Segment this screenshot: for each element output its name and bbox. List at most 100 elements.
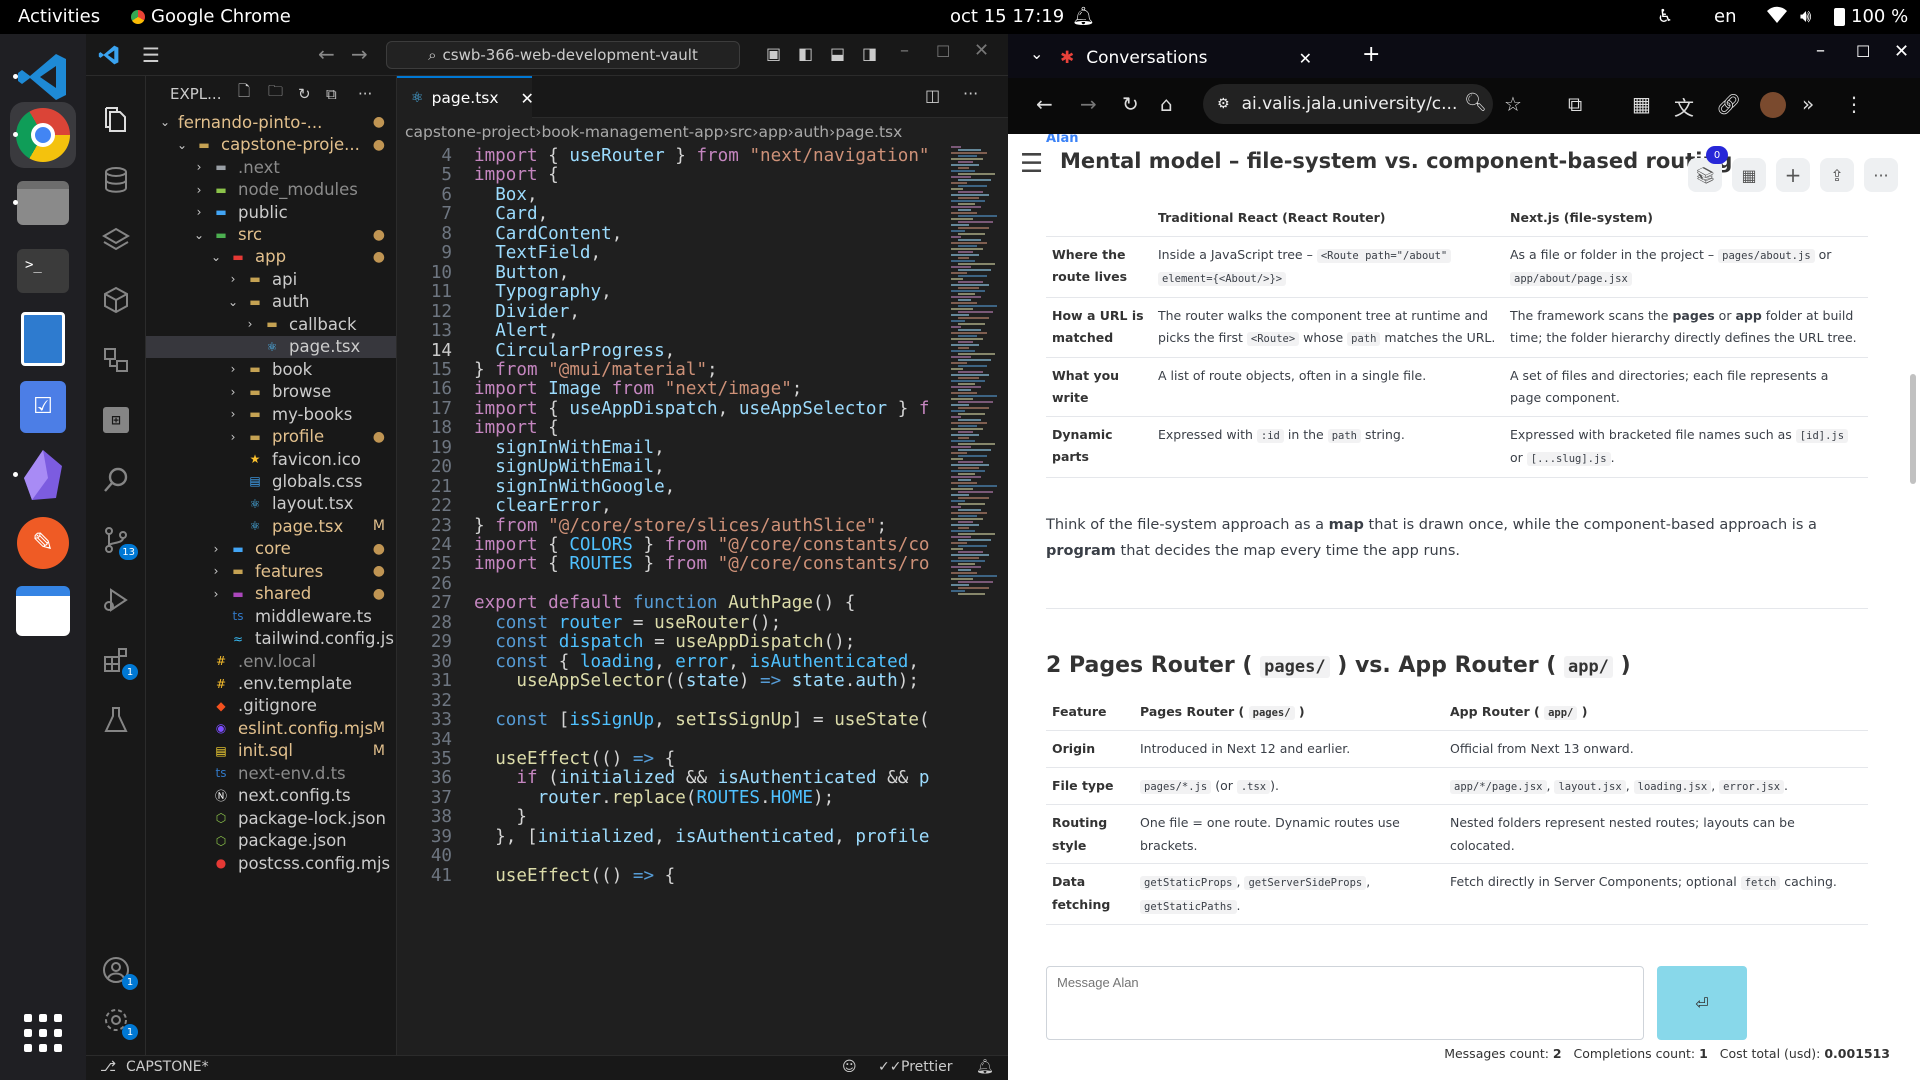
- breadcrumb-item[interactable]: book-management-app: [541, 123, 723, 141]
- copilot-icon[interactable]: ☺︎: [842, 1059, 857, 1075]
- tree-item[interactable]: ★ favicon.ico: [146, 448, 396, 471]
- battery-indicator[interactable]: 100 %: [1834, 6, 1908, 27]
- focused-app-menu[interactable]: Google Chrome: [131, 6, 291, 27]
- extensions-puzzle-icon[interactable]: ⧉: [1568, 92, 1582, 116]
- tree-item[interactable]: ⚛ page.tsx: [146, 335, 396, 358]
- testing-flask-icon[interactable]: [98, 702, 134, 738]
- site-info-icon[interactable]: ⚙︎: [1217, 96, 1230, 112]
- window-close-icon[interactable]: ✕: [1894, 41, 1909, 62]
- tree-item[interactable]: ⬡ package-lock.json: [146, 807, 396, 830]
- branch-icon[interactable]: ⎇: [100, 1059, 116, 1075]
- table-view-button[interactable]: ▦: [1732, 158, 1766, 192]
- window-maximize-icon[interactable]: ☐: [1856, 42, 1870, 61]
- code-line[interactable]: 41 useEffect(() => {: [397, 866, 937, 890]
- bookmark-star-icon[interactable]: ☆: [1504, 92, 1522, 116]
- extensions-grid-icon[interactable]: ⊞: [98, 402, 134, 438]
- dock-writer[interactable]: [10, 306, 76, 372]
- new-chat-button[interactable]: +: [1776, 158, 1810, 192]
- split-editor-icon[interactable]: ◫: [925, 86, 940, 105]
- table-extension-icon[interactable]: ▦: [1632, 92, 1651, 116]
- extensions-icon[interactable]: 1: [98, 642, 138, 680]
- remote-explorer-icon[interactable]: [98, 342, 134, 378]
- tree-item[interactable]: › ▬ shared ●: [146, 582, 396, 605]
- tab-search-chevron-icon[interactable]: ⌄: [1030, 44, 1043, 63]
- toggle-panel-icon[interactable]: ⬓: [830, 44, 845, 63]
- new-tab-icon[interactable]: +: [1362, 42, 1380, 67]
- code-view[interactable]: 4 import { useRouter } from "next/navigat…: [397, 146, 937, 1055]
- tree-item[interactable]: › ▬ api: [146, 268, 396, 291]
- clock[interactable]: oct 15 17:19: [950, 6, 1064, 27]
- notifications-bell-icon[interactable]: 🔔︎: [976, 1059, 994, 1075]
- more-actions-icon[interactable]: ···: [358, 85, 372, 103]
- share-button[interactable]: ⇪: [1820, 158, 1854, 192]
- tab-close-icon[interactable]: ✕: [1299, 49, 1312, 68]
- translate-icon[interactable]: 文: [1674, 92, 1694, 121]
- message-input[interactable]: [1046, 966, 1644, 1040]
- more-extensions-icon[interactable]: »: [1802, 92, 1814, 116]
- tree-item[interactable]: Ⓝnext.config.ts: [146, 785, 396, 808]
- tree-item[interactable]: › ▬ browse: [146, 380, 396, 403]
- window-minimize-icon[interactable]: –: [1816, 40, 1825, 61]
- volume-icon[interactable]: 🔊︎: [1800, 6, 1811, 27]
- tree-item[interactable]: › ▬ features ●: [146, 560, 396, 583]
- search-icon[interactable]: [98, 462, 134, 498]
- reload-icon[interactable]: ↻: [1122, 92, 1139, 116]
- sidebar-menu-icon[interactable]: ☰: [1020, 149, 1043, 179]
- tree-item[interactable]: ● postcss.config.mjs: [146, 852, 396, 875]
- branch-name[interactable]: CAPSTONE*: [126, 1059, 209, 1075]
- tree-item[interactable]: › ▬ .next: [146, 156, 396, 179]
- breadcrumb-item[interactable]: page.tsx: [835, 123, 902, 141]
- zoom-icon[interactable]: 🔍︎: [1464, 92, 1487, 113]
- dock-chrome[interactable]: [10, 102, 76, 168]
- chrome-tab-conversations[interactable]: ✱ Conversations ✕: [1046, 38, 1336, 78]
- refresh-icon[interactable]: ↻: [298, 85, 311, 103]
- breadcrumb-item[interactable]: capstone-project: [405, 123, 535, 141]
- omnibox[interactable]: ⚙︎ ai.valis.jala.university/c...: [1203, 84, 1493, 124]
- minimize-icon[interactable]: –: [900, 40, 909, 61]
- command-center-search[interactable]: ⌕ cswb-366-web-development-vault: [386, 41, 740, 69]
- tree-item[interactable]: ≈ tailwind.config.js: [146, 627, 396, 650]
- notification-bell-icon[interactable]: 🔔︎: [1072, 6, 1095, 27]
- activities-button[interactable]: Activities: [18, 6, 100, 27]
- tree-item[interactable]: ⚛ layout.tsx: [146, 493, 396, 516]
- more-options-button[interactable]: ···: [1864, 158, 1898, 192]
- link-icon[interactable]: 🔗︎: [1716, 92, 1741, 116]
- run-debug-icon[interactable]: [98, 582, 134, 618]
- settings-gear-icon[interactable]: 1: [98, 1002, 138, 1040]
- tree-item[interactable]: ◆ .gitignore: [146, 695, 396, 718]
- tree-item[interactable]: ▤ init.sql M: [146, 740, 396, 763]
- language-indicator[interactable]: en: [1714, 6, 1736, 27]
- editor-tab-page-tsx[interactable]: ⚛ page.tsx ✕: [397, 76, 534, 118]
- tree-item[interactable]: ⌄ ▬ capstone-proje... ●: [146, 133, 396, 156]
- tree-item[interactable]: # .env.local: [146, 650, 396, 673]
- home-icon[interactable]: ⌂: [1160, 92, 1173, 116]
- tree-item[interactable]: # .env.template: [146, 672, 396, 695]
- wifi-icon[interactable]: [1766, 6, 1788, 29]
- tree-item[interactable]: ◉ eslint.config.mjs M: [146, 717, 396, 740]
- menu-icon[interactable]: ☰: [142, 43, 160, 67]
- tree-item[interactable]: › ▬ node_modules: [146, 178, 396, 201]
- close-icon[interactable]: ✕: [974, 40, 989, 61]
- tree-item[interactable]: › ▬ profile ●: [146, 425, 396, 448]
- customize-layout-icon[interactable]: ▣: [766, 44, 781, 63]
- tree-item[interactable]: › ▬ my-books: [146, 403, 396, 426]
- accessibility-icon[interactable]: ♿︎: [1657, 6, 1673, 27]
- breadcrumb-item[interactable]: app: [758, 123, 787, 141]
- send-button[interactable]: ⏎: [1657, 966, 1747, 1040]
- dock-files[interactable]: [10, 170, 76, 236]
- tree-item[interactable]: › ▬ callback: [146, 313, 396, 336]
- breadcrumb-item[interactable]: src: [730, 123, 753, 141]
- back-arrow-icon[interactable]: ←: [318, 42, 335, 66]
- collapse-all-icon[interactable]: ⧉: [326, 85, 337, 103]
- dock-postman[interactable]: ✎: [10, 510, 76, 576]
- maximize-icon[interactable]: ☐: [936, 42, 950, 61]
- toggle-secondary-sidebar-icon[interactable]: ◨: [862, 44, 877, 63]
- dock-tasks[interactable]: ☑︎: [10, 374, 76, 440]
- dock-terminal[interactable]: >_: [10, 238, 76, 304]
- tree-item[interactable]: ⌄ ▬ auth: [146, 291, 396, 314]
- tree-item[interactable]: ⌄ ▬ src ●: [146, 223, 396, 246]
- tree-item[interactable]: › ▬ book: [146, 358, 396, 381]
- editor-more-icon[interactable]: ···: [963, 84, 978, 103]
- chrome-menu-icon[interactable]: ⋮: [1844, 92, 1864, 116]
- explorer-icon[interactable]: [98, 102, 134, 138]
